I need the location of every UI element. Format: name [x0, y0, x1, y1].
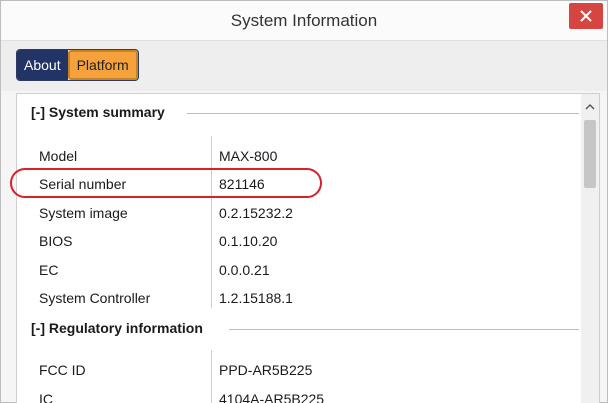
row-value: MAX-800 [219, 148, 278, 164]
row-label: Model [39, 148, 78, 164]
close-icon [580, 10, 592, 22]
info-row-serial-number: Serial number 821146 [39, 170, 579, 198]
info-row-model: Model MAX-800 [39, 142, 579, 170]
info-row-bios: BIOS 0.1.10.20 [39, 227, 579, 255]
row-label: BIOS [39, 233, 73, 249]
system-information-window: System Information About Platform [-] Sy… [0, 0, 608, 403]
scroll-up-button[interactable] [581, 98, 599, 114]
section-divider [187, 113, 579, 114]
row-value: PPD-AR5B225 [219, 362, 313, 378]
section-header-system-summary[interactable]: [-] System summary [31, 104, 165, 120]
tab-group: About Platform [16, 49, 139, 81]
row-label: IC [39, 391, 53, 403]
tab-bar: About Platform [1, 41, 607, 91]
window-title: System Information [230, 11, 378, 30]
section-title: [-] Regulatory information [31, 320, 203, 336]
row-value: 0.1.10.20 [219, 233, 278, 249]
vertical-scrollbar[interactable] [581, 94, 599, 403]
row-value: 1.2.15188.1 [219, 290, 293, 306]
section-header-regulatory-information[interactable]: [-] Regulatory information [31, 320, 203, 336]
row-value: 0.0.0.21 [219, 262, 270, 278]
row-value: 0.2.15232.2 [219, 205, 293, 221]
chevron-up-icon [585, 103, 595, 109]
info-row-system-controller: System Controller 1.2.15188.1 [39, 284, 579, 312]
info-row-fcc-id: FCC ID PPD-AR5B225 [39, 356, 579, 384]
row-value: 4104A-AR5B225 [219, 391, 325, 403]
tab-about[interactable]: About [17, 50, 68, 80]
section-divider [229, 329, 579, 330]
row-label: FCC ID [39, 362, 86, 378]
section-title: [-] System summary [31, 104, 165, 120]
platform-info-panel: [-] System summary Model MAX-800 Serial … [16, 93, 600, 403]
row-label: System image [39, 205, 128, 221]
info-row-ic: IC 4104A-AR5B225 [39, 385, 579, 403]
tab-platform[interactable]: Platform [67, 50, 138, 80]
scroll-thumb[interactable] [584, 120, 596, 188]
close-button[interactable] [569, 3, 603, 29]
row-value: 821146 [219, 176, 265, 192]
info-row-system-image: System image 0.2.15232.2 [39, 199, 579, 227]
row-label: Serial number [39, 176, 127, 192]
title-bar[interactable]: System Information [1, 1, 607, 41]
row-label: System Controller [39, 290, 151, 306]
row-label: EC [39, 262, 59, 278]
info-row-ec: EC 0.0.0.21 [39, 256, 579, 284]
